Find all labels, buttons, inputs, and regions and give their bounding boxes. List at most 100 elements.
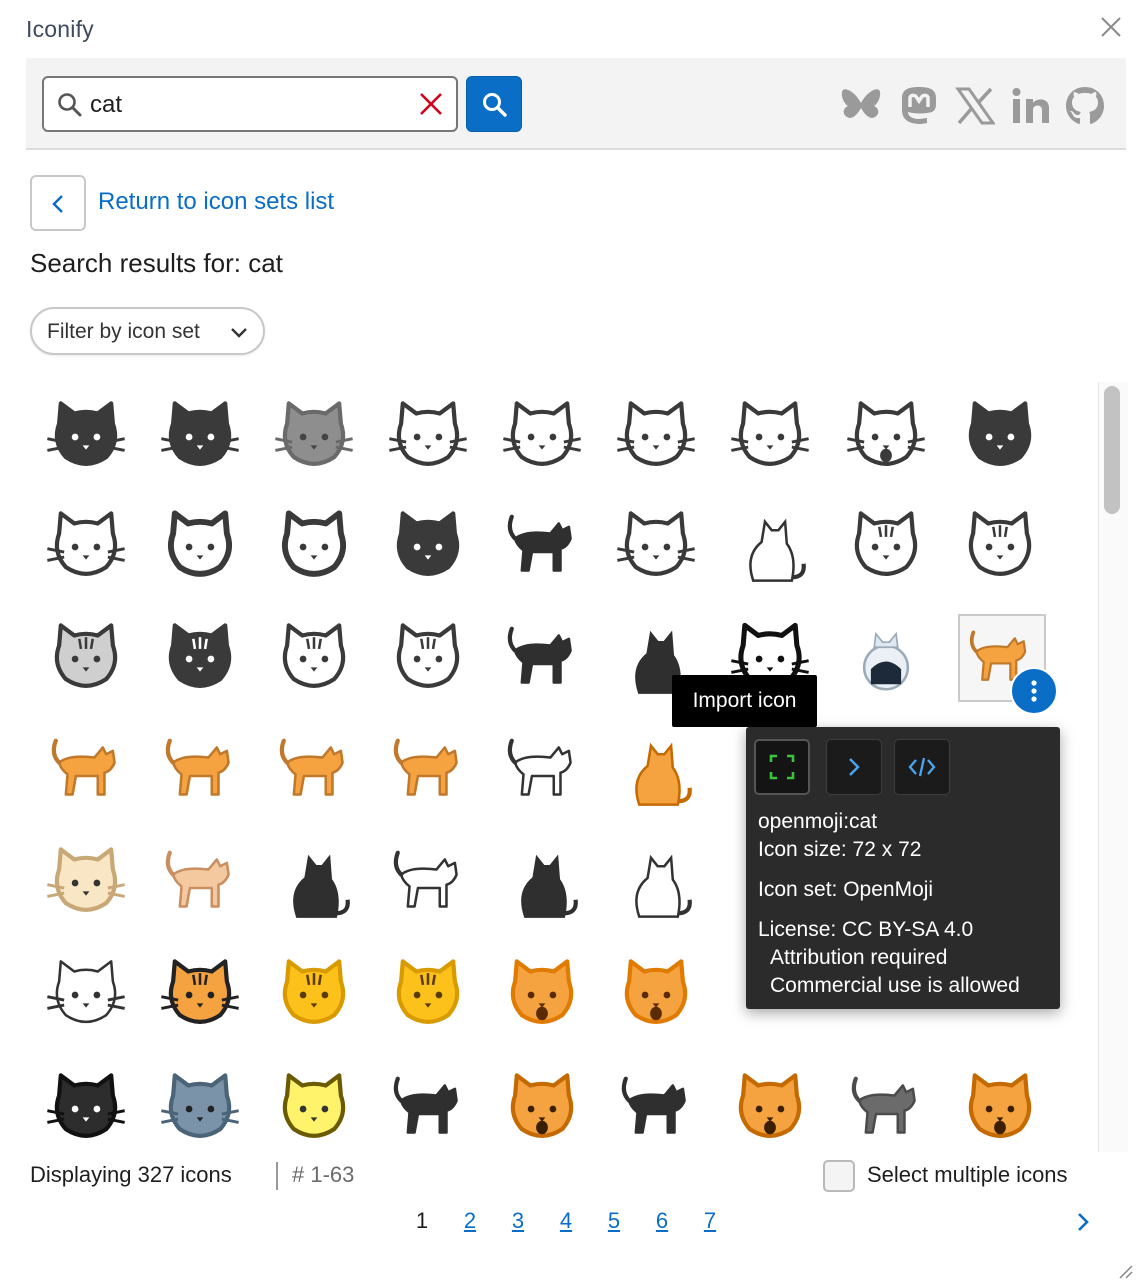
icon-cell[interactable] <box>714 1054 826 1152</box>
icon-cell[interactable] <box>144 716 256 826</box>
code-button[interactable] <box>894 739 950 795</box>
icon-cell[interactable] <box>944 1054 1056 1152</box>
search-results-title: Search results for: cat <box>30 248 283 278</box>
cat-face-yellow-icon <box>282 959 346 1024</box>
icon-cell[interactable] <box>30 492 142 602</box>
icon-cell[interactable] <box>486 940 598 1050</box>
clear-search-icon[interactable] <box>418 91 444 117</box>
cat-face-scream-icon <box>738 1073 802 1138</box>
icon-cell[interactable] <box>600 716 712 826</box>
filter-by-icon-set-button[interactable]: Filter by icon set <box>30 307 265 355</box>
app-title: Iconify <box>26 16 94 42</box>
cat-face-scream-icon <box>968 1073 1032 1138</box>
icon-cell[interactable] <box>714 492 826 602</box>
return-to-icon-sets-link[interactable]: Return to icon sets list <box>98 188 334 216</box>
icon-cell[interactable] <box>258 828 370 938</box>
icon-cell[interactable] <box>600 492 712 602</box>
icon-cell[interactable] <box>372 716 484 826</box>
icon-cell[interactable] <box>600 382 712 492</box>
icon-menu-button[interactable] <box>1010 667 1058 715</box>
icon-cell[interactable] <box>30 828 142 938</box>
page-2[interactable]: 2 <box>458 1208 482 1234</box>
icon-cell[interactable] <box>486 604 598 714</box>
icon-cell[interactable] <box>486 382 598 492</box>
cat-face-outline-icon <box>503 401 581 466</box>
cat-sitting-orange-icon <box>635 742 692 806</box>
icon-cell[interactable] <box>372 1054 484 1152</box>
bluesky-icon[interactable] <box>838 84 884 128</box>
license-attribution: Attribution required <box>770 946 948 969</box>
cat-face-outline-tabby-icon <box>282 623 346 688</box>
select-multiple-checkbox[interactable] <box>823 1160 855 1192</box>
scrollbar-thumb[interactable] <box>1104 386 1120 514</box>
icon-cell[interactable] <box>944 492 1056 602</box>
page-5[interactable]: 5 <box>602 1208 626 1234</box>
search-button[interactable] <box>466 76 522 132</box>
icon-cell[interactable] <box>372 382 484 492</box>
icon-cell[interactable] <box>600 940 712 1050</box>
icon-cell[interactable] <box>372 940 484 1050</box>
page-4[interactable]: 4 <box>554 1208 578 1234</box>
icon-cell[interactable] <box>830 1054 942 1152</box>
cat-face-solid-icon <box>47 401 125 466</box>
page-6[interactable]: 6 <box>650 1208 674 1234</box>
cat-face-solid-tabby-icon <box>168 623 232 688</box>
icon-cell[interactable] <box>144 940 256 1050</box>
cat-face-outline-icon <box>617 401 695 466</box>
github-icon[interactable] <box>1062 84 1108 128</box>
icon-cell[interactable] <box>258 940 370 1050</box>
icon-cell[interactable] <box>144 382 256 492</box>
icon-cell[interactable] <box>258 492 370 602</box>
search-icon <box>58 93 82 117</box>
icon-cell[interactable] <box>600 1054 712 1152</box>
linkedin-icon[interactable] <box>1008 84 1054 128</box>
select-multiple-label[interactable]: Select multiple icons <box>867 1162 1068 1188</box>
cat-sitting-silhouette-icon <box>521 854 578 918</box>
icon-cell[interactable] <box>258 604 370 714</box>
close-icon[interactable] <box>1098 14 1124 40</box>
icon-cell[interactable] <box>144 828 256 938</box>
cat-walking-gray-icon <box>851 1076 916 1134</box>
icon-cell[interactable] <box>30 716 142 826</box>
icon-cell[interactable] <box>258 1054 370 1152</box>
mastodon-icon[interactable] <box>896 84 942 128</box>
icon-cell[interactable] <box>486 716 598 826</box>
icon-cell[interactable] <box>600 828 712 938</box>
icon-cell[interactable] <box>486 1054 598 1152</box>
back-button[interactable] <box>30 175 86 231</box>
icon-range: # 1-63 <box>292 1162 355 1187</box>
next-page-icon[interactable] <box>1072 1210 1094 1234</box>
page-3[interactable]: 3 <box>506 1208 530 1234</box>
icon-cell[interactable] <box>372 492 484 602</box>
cat-face-solid-plain-icon <box>968 401 1032 466</box>
filter-label: Filter by icon set <box>47 320 200 343</box>
icon-cell[interactable] <box>830 382 942 492</box>
icon-cell[interactable] <box>144 1054 256 1152</box>
icon-cell[interactable] <box>830 604 942 714</box>
icon-cell[interactable] <box>144 604 256 714</box>
icon-set: Icon set: OpenMoji <box>758 878 934 901</box>
x-icon[interactable] <box>952 84 998 128</box>
icon-cell[interactable] <box>30 1054 142 1152</box>
cat-face-outline-tabby-icon <box>396 623 460 688</box>
icon-cell[interactable] <box>30 382 142 492</box>
icon-cell[interactable] <box>372 604 484 714</box>
icon-cell[interactable] <box>372 828 484 938</box>
icon-cell[interactable] <box>30 604 142 714</box>
page-7[interactable]: 7 <box>698 1208 722 1234</box>
icon-cell[interactable] <box>30 940 142 1050</box>
icon-cell[interactable] <box>258 382 370 492</box>
icon-cell[interactable] <box>144 492 256 602</box>
icon-cell[interactable] <box>486 492 598 602</box>
icon-cell[interactable] <box>258 716 370 826</box>
icon-cell[interactable] <box>830 492 942 602</box>
cat-walking-orange-icon <box>393 738 458 796</box>
open-icon-button[interactable] <box>826 739 882 795</box>
resize-handle-icon[interactable] <box>1116 1262 1134 1280</box>
icon-info-popover: openmoji:cat Icon size: 72 x 72 Icon set… <box>746 727 1060 1009</box>
icon-cell[interactable] <box>944 382 1056 492</box>
icon-cell[interactable] <box>714 382 826 492</box>
import-icon-button[interactable] <box>754 739 810 795</box>
search-input[interactable]: cat <box>42 76 458 132</box>
icon-cell[interactable] <box>486 828 598 938</box>
